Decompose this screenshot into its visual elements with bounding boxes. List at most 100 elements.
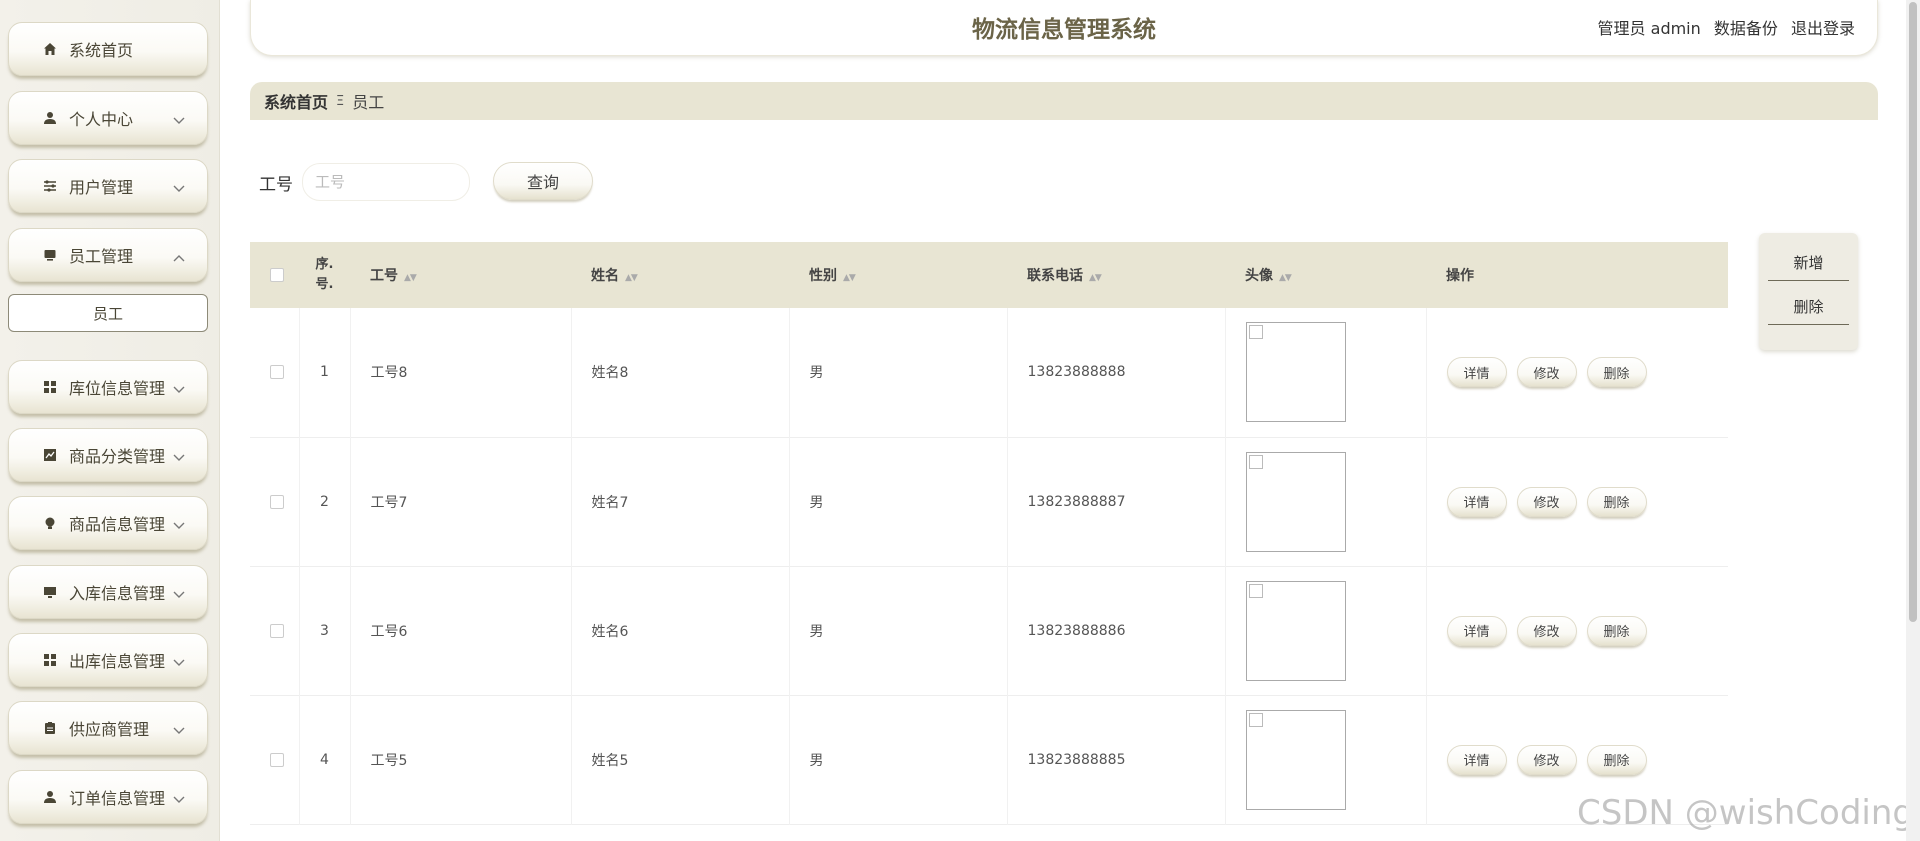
- row-avatar-cell: [1225, 308, 1427, 437]
- sidebar-item-outbound-management[interactable]: 出库信息管理: [8, 633, 208, 687]
- row-emp-no: 工号7: [350, 437, 572, 566]
- header-gender[interactable]: 性别 ▲▼: [789, 242, 1007, 308]
- detail-button[interactable]: 详情: [1446, 744, 1507, 775]
- grid-icon: [39, 379, 61, 395]
- sort-icon[interactable]: ▲▼: [1279, 273, 1292, 283]
- checkbox[interactable]: [270, 494, 284, 509]
- broken-image-icon: [1248, 583, 1263, 598]
- screen-icon: [39, 584, 61, 600]
- row-avatar-cell: [1225, 695, 1427, 824]
- sidebar-item-label: 商品信息管理: [69, 515, 166, 534]
- bulk-delete-button[interactable]: 删除: [1768, 289, 1849, 325]
- sort-icon[interactable]: ▲▼: [843, 273, 856, 283]
- avatar-image: [1245, 322, 1346, 423]
- checkbox[interactable]: [270, 365, 284, 380]
- sort-icon[interactable]: ▲▼: [1089, 273, 1102, 283]
- logout-link[interactable]: 退出登录: [1791, 19, 1855, 38]
- row-actions-cell: 详情 修改 删除: [1426, 566, 1728, 695]
- sidebar-item-label: 入库信息管理: [69, 584, 166, 603]
- row-index: 2: [299, 437, 351, 566]
- sidebar-item-personal-center[interactable]: 个人中心: [8, 91, 208, 145]
- row-phone: 13823888885: [1007, 695, 1226, 824]
- header-label: 联系电话: [1027, 268, 1083, 284]
- row-emp-no: 工号6: [350, 566, 572, 695]
- broken-image-icon: [1248, 454, 1263, 469]
- checkbox[interactable]: [270, 752, 284, 767]
- chevron-up-icon: [173, 247, 185, 266]
- edit-button[interactable]: 修改: [1516, 486, 1577, 517]
- add-button[interactable]: 新增: [1768, 245, 1849, 281]
- sidebar-item-category-management[interactable]: 商品分类管理: [8, 428, 208, 482]
- row-actions-cell: 详情 修改 删除: [1426, 308, 1728, 437]
- sidebar-item-product-management[interactable]: 商品信息管理: [8, 496, 208, 550]
- user-label: 管理员 admin: [1597, 19, 1701, 38]
- detail-button[interactable]: 详情: [1446, 357, 1507, 388]
- row-actions-cell: 详情 修改 删除: [1426, 437, 1728, 566]
- breadcrumb: 系统首页 Ξ 员工: [250, 82, 1878, 120]
- header-label: 操作: [1446, 268, 1474, 284]
- edit-button[interactable]: 修改: [1516, 615, 1577, 646]
- header-links: 管理员 admin 数据备份 退出登录: [1590, 15, 1855, 39]
- sidebar-item-label: 用户管理: [69, 178, 134, 197]
- sliders-icon: [39, 178, 61, 194]
- row-gender: 男: [789, 695, 1008, 824]
- row-check-cell: [250, 437, 300, 566]
- detail-button[interactable]: 详情: [1446, 486, 1507, 517]
- sort-icon[interactable]: ▲▼: [404, 273, 417, 283]
- header-index-bottom: 号.: [315, 277, 334, 292]
- home-icon: [39, 41, 61, 57]
- edit-button[interactable]: 修改: [1516, 357, 1577, 388]
- bulk-action-panel: 新增 删除: [1759, 233, 1858, 350]
- sidebar-item-employee-management[interactable]: 员工管理: [8, 228, 208, 282]
- sidebar-item-inbound-management[interactable]: 入库信息管理: [8, 565, 208, 619]
- header-select-all[interactable]: [250, 242, 299, 308]
- checkbox[interactable]: [270, 268, 284, 282]
- sidebar-item-home[interactable]: 系统首页: [8, 22, 208, 76]
- header-label: 姓名: [591, 268, 619, 284]
- header-name[interactable]: 姓名 ▲▼: [571, 242, 789, 308]
- chevron-down-icon: [173, 379, 185, 398]
- watermark: CSDN @wishCoding: [1577, 793, 1914, 833]
- query-button[interactable]: 查询: [493, 162, 593, 200]
- sidebar-item-supplier-management[interactable]: 供应商管理: [8, 701, 208, 755]
- delete-row-button[interactable]: 删除: [1586, 357, 1647, 388]
- person-icon: [39, 789, 61, 805]
- edit-button[interactable]: 修改: [1516, 744, 1577, 775]
- chevron-down-icon: [173, 584, 185, 603]
- page-scrollbar[interactable]: [1906, 0, 1920, 841]
- header-actions: 操作: [1426, 242, 1728, 308]
- sidebar-item-user-management[interactable]: 用户管理: [8, 159, 208, 213]
- row-check-cell: [250, 566, 300, 695]
- breadcrumb-home[interactable]: 系统首页: [264, 89, 328, 113]
- table-row: 1 工号8 姓名8 男 13823888888 详情 修改 删除: [250, 308, 1728, 437]
- row-gender: 男: [789, 437, 1008, 566]
- table-header-row: 序. 号. 工号 ▲▼ 姓名 ▲▼ 性别 ▲▼ 联系电话 ▲▼ 头像 ▲▼ 操作: [250, 242, 1728, 308]
- scrollbar-thumb[interactable]: [1909, 2, 1917, 622]
- sidebar-item-order-management[interactable]: 订单信息管理: [8, 770, 208, 824]
- search-input[interactable]: [302, 163, 470, 201]
- sidebar-item-label: 库位信息管理: [69, 379, 166, 398]
- delete-row-button[interactable]: 删除: [1586, 615, 1647, 646]
- delete-row-button[interactable]: 删除: [1586, 744, 1647, 775]
- row-index: 4: [299, 695, 351, 824]
- detail-button[interactable]: 详情: [1446, 615, 1507, 646]
- checkbox[interactable]: [270, 623, 284, 638]
- row-check-cell: [250, 695, 300, 824]
- delete-row-button[interactable]: 删除: [1586, 486, 1647, 517]
- header-phone[interactable]: 联系电话 ▲▼: [1007, 242, 1225, 308]
- monitor-icon: [39, 247, 61, 263]
- header-emp-no[interactable]: 工号 ▲▼: [350, 242, 571, 308]
- clipboard-icon: [39, 720, 61, 736]
- row-emp-no: 工号8: [350, 308, 572, 437]
- row-name: 姓名5: [571, 695, 790, 824]
- sidebar-item-location-management[interactable]: 库位信息管理: [8, 360, 208, 414]
- sidebar-subitem-employee[interactable]: 员工: [8, 294, 208, 332]
- breadcrumb-separator: Ξ: [336, 93, 345, 109]
- avatar-image: [1245, 580, 1346, 681]
- sort-icon[interactable]: ▲▼: [625, 273, 638, 283]
- header-avatar[interactable]: 头像 ▲▼: [1225, 242, 1426, 308]
- row-name: 姓名8: [571, 308, 790, 437]
- sidebar-item-label: 出库信息管理: [69, 652, 166, 671]
- backup-link[interactable]: 数据备份: [1714, 19, 1778, 38]
- sidebar-item-label: 订单信息管理: [69, 789, 166, 808]
